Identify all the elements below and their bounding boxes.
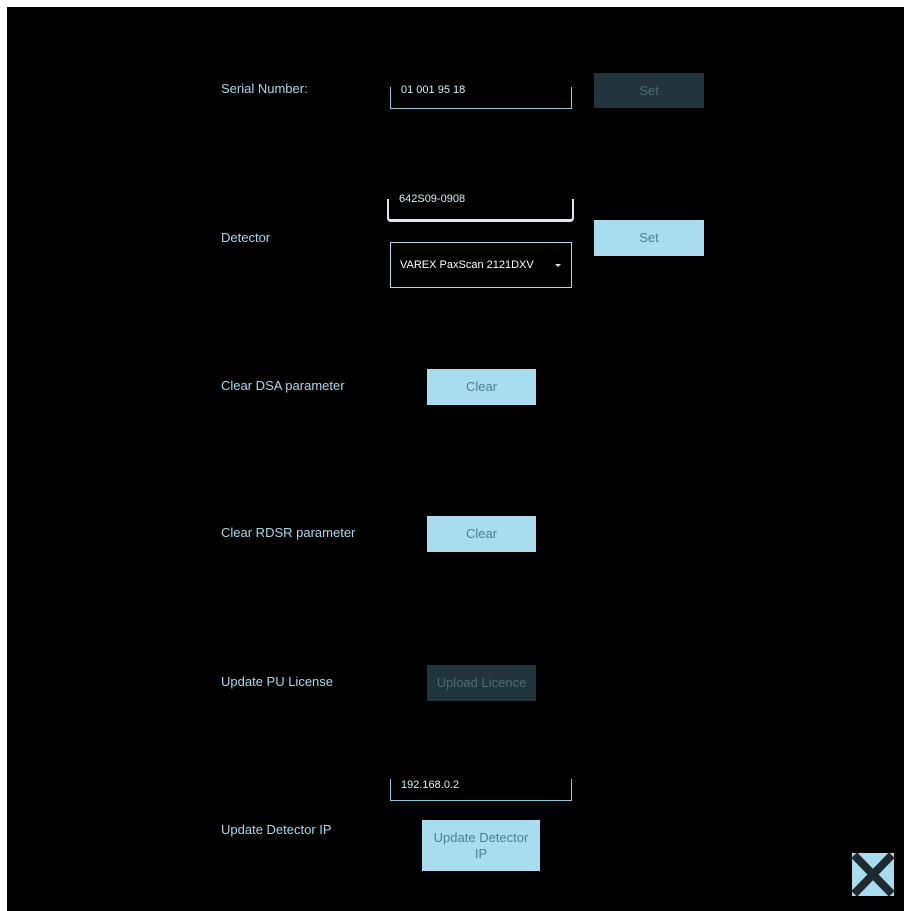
serial-number-label: Serial Number: (221, 81, 308, 96)
upload-licence-button[interactable]: Upload Licence (427, 665, 536, 701)
clear-dsa-button[interactable]: Clear (427, 369, 536, 405)
update-pu-license-label: Update PU License (221, 674, 334, 689)
close-icon (851, 852, 895, 897)
detector-ip-input[interactable]: 192.168.0.2 (390, 779, 572, 801)
detector-serial-value: 642S09-0908 (399, 193, 466, 205)
update-detector-ip-button-line2: IP (474, 845, 488, 861)
detector-ip-value: 192.168.0.2 (401, 779, 460, 791)
detector-serial-input[interactable]: 642S09-0908 (387, 193, 574, 222)
serial-number-set-button[interactable]: Set (594, 73, 704, 108)
service-settings-panel (7, 7, 904, 911)
close-button[interactable] (851, 852, 895, 897)
update-detector-ip-button[interactable]: Update Detector IP (422, 820, 540, 871)
chevron-down-icon (555, 264, 561, 267)
detector-set-button[interactable]: Set (594, 220, 704, 256)
clear-rdsr-label: Clear RDSR parameter (221, 525, 356, 540)
detector-model-select[interactable]: VAREX PaxScan 2121DXV (390, 242, 572, 288)
serial-number-input[interactable]: 01 001 95 18 (390, 84, 572, 109)
clear-dsa-label: Clear DSA parameter (221, 378, 345, 393)
clear-rdsr-button[interactable]: Clear (427, 516, 536, 552)
serial-number-value: 01 001 95 18 (401, 84, 466, 96)
update-detector-ip-button-line1: Update Detector (433, 829, 529, 845)
update-detector-ip-label: Update Detector IP (221, 822, 332, 837)
detector-model-selected: VAREX PaxScan 2121DXV (400, 259, 534, 271)
detector-label: Detector (221, 230, 271, 245)
